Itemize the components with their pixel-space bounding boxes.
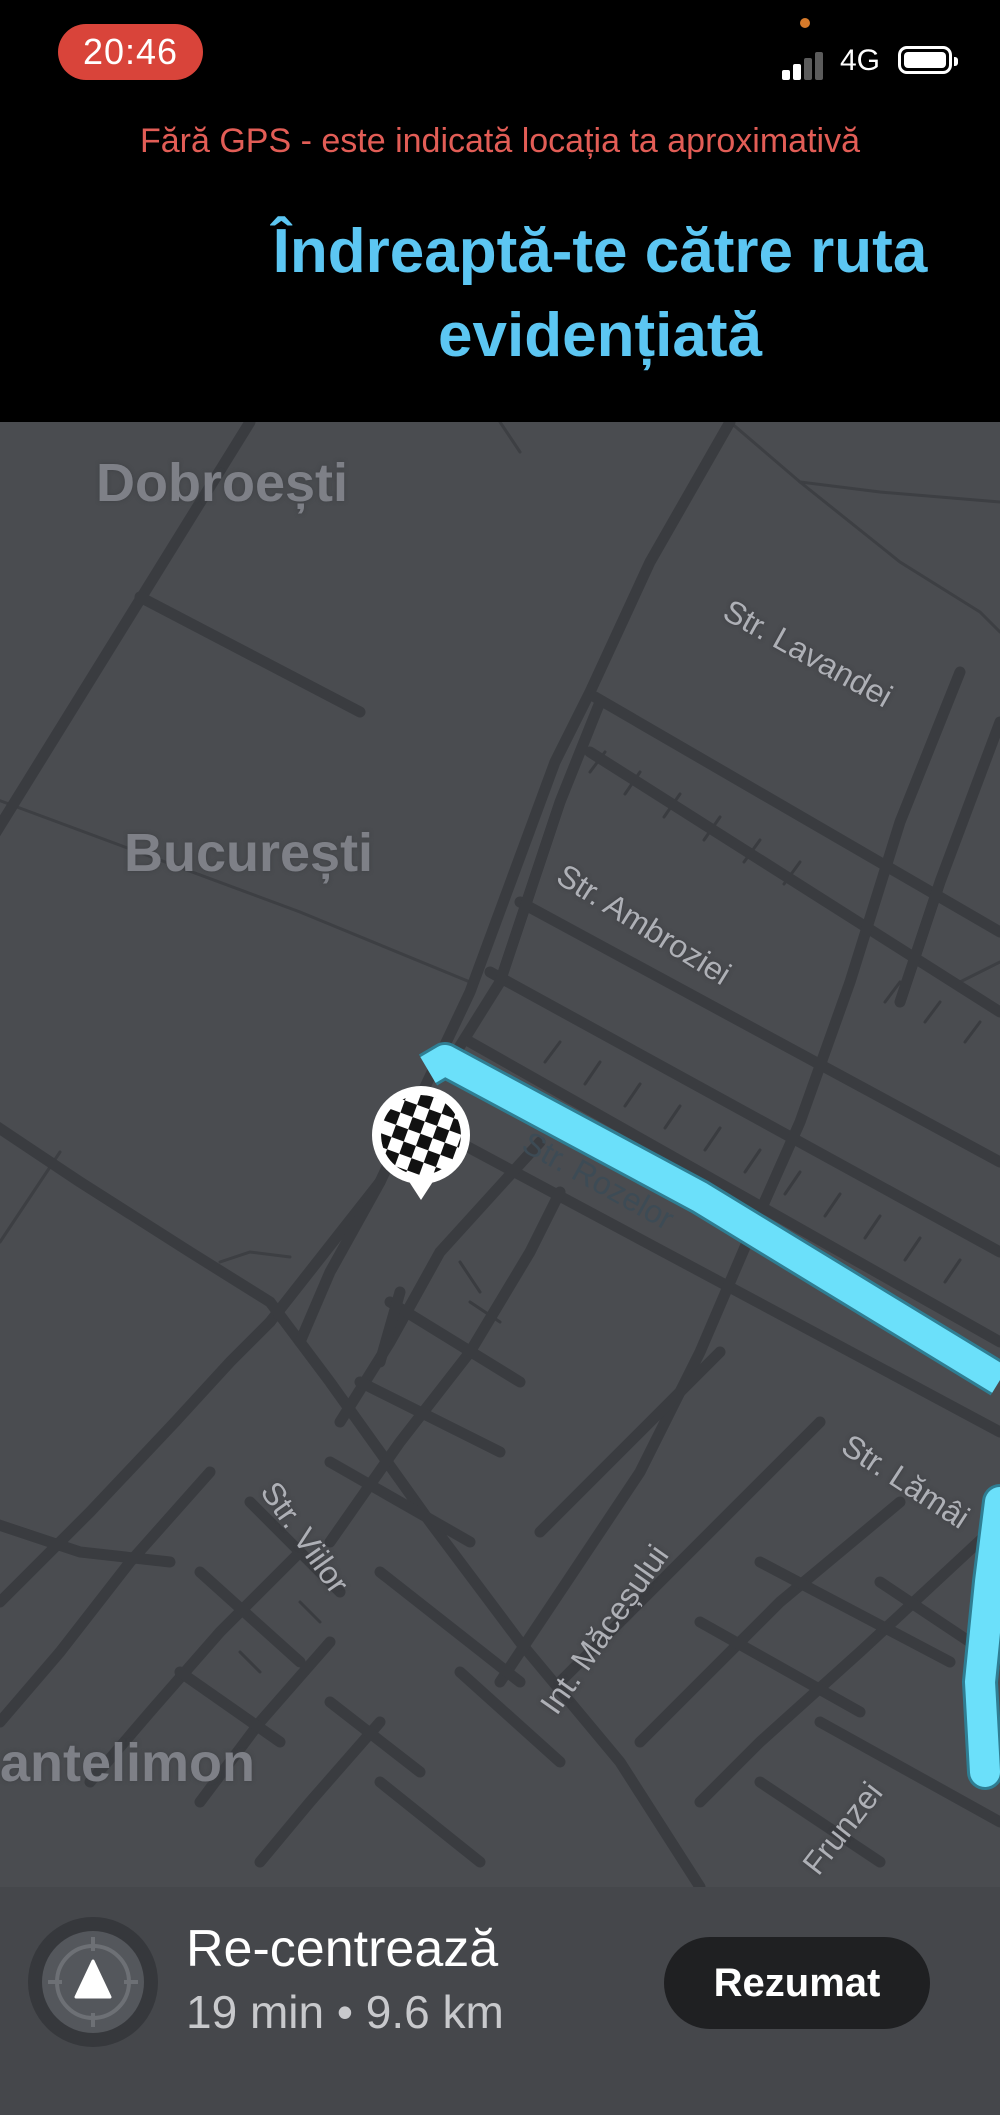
status-bar: 20:46 4G bbox=[0, 0, 1000, 110]
recenter-button[interactable] bbox=[28, 1917, 158, 2047]
navigation-screen: 20:46 4G Fără GPS - este indicată locați… bbox=[0, 0, 1000, 2115]
map-roads bbox=[0, 422, 1000, 1887]
bottom-bar: Re-centrează 19 min • 9.6 km Rezumat bbox=[0, 1887, 1000, 2115]
checkered-flag-icon[interactable] bbox=[370, 1084, 472, 1208]
trip-info: 19 min • 9.6 km bbox=[186, 1986, 504, 2038]
place-label-pantelimon: antelimon bbox=[0, 1733, 256, 1793]
privacy-dot-indicator bbox=[800, 18, 810, 28]
gps-warning: Fără GPS - este indicată locația ta apro… bbox=[140, 122, 860, 160]
network-type: 4G bbox=[840, 44, 881, 77]
summary-button[interactable]: Rezumat bbox=[664, 1937, 930, 2029]
turn-instruction: Îndreaptă-te către ruta evidențiată bbox=[272, 217, 928, 370]
place-label-bucuresti: București bbox=[124, 823, 374, 883]
battery-icon bbox=[898, 46, 958, 74]
map-view[interactable]: Dobroești București antelimon Str. Lavan… bbox=[0, 422, 1000, 1887]
place-label-dobroesti: Dobroești bbox=[96, 453, 349, 513]
instruction-banner: Fără GPS - este indicată locația ta apro… bbox=[0, 110, 1000, 422]
recenter-label[interactable]: Re-centrează bbox=[186, 1919, 498, 1979]
clock: 20:46 bbox=[58, 24, 203, 80]
compass-arrow-icon bbox=[42, 1931, 144, 2033]
signal-icon bbox=[782, 48, 832, 80]
